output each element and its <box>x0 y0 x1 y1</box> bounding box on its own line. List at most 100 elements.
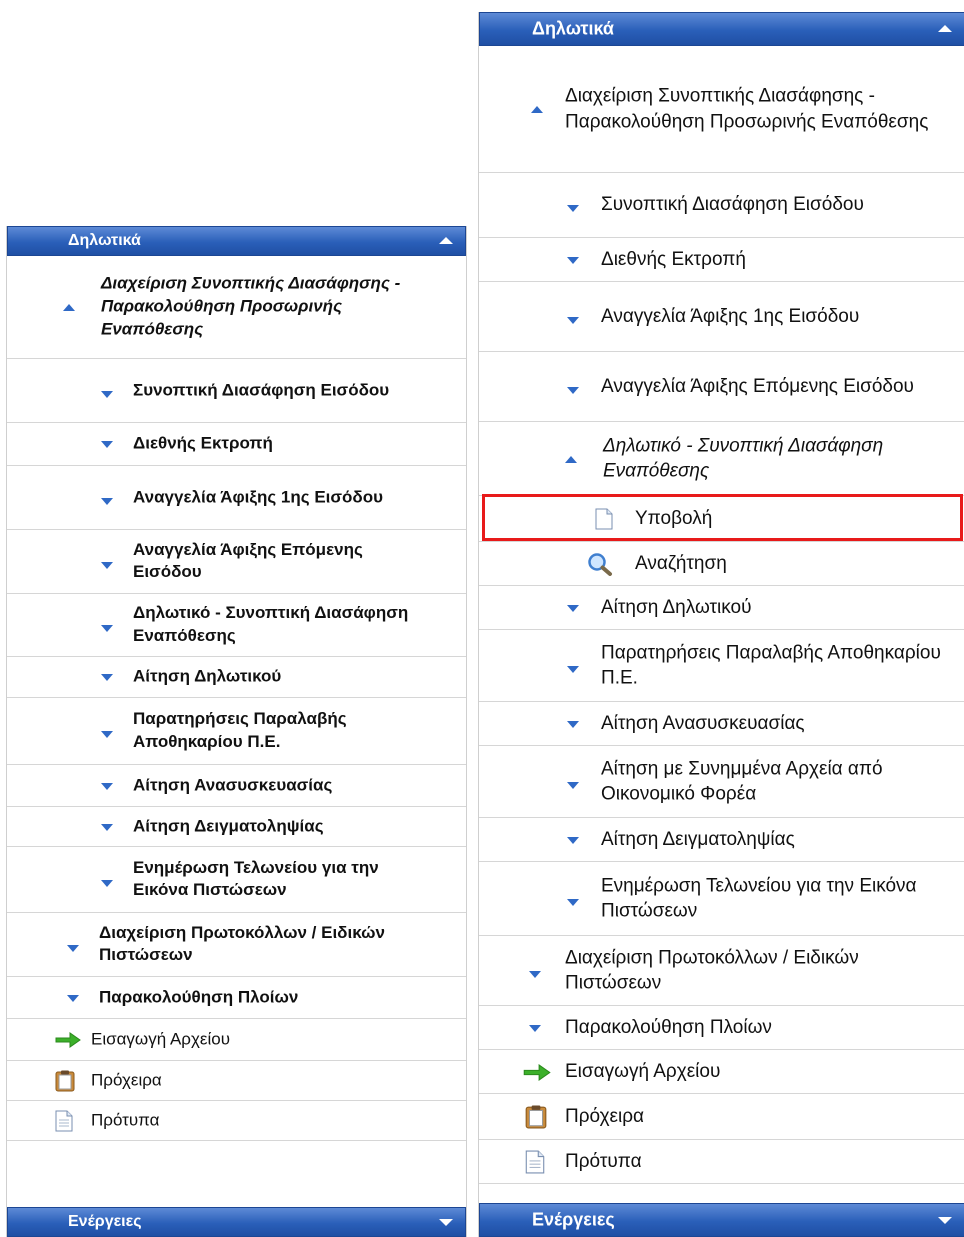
collapsed-arrow-icon <box>101 497 113 505</box>
menu-item-credit-update[interactable]: Ενημέρωση Τελωνείου για την Εικόνα Πιστώ… <box>479 862 964 936</box>
menu-item-label: Αναγγελία Άφιξης Επόμενης Εισόδου <box>133 539 363 582</box>
collapsed-arrow-icon <box>67 944 79 952</box>
menu-item-label: Αίτηση Ανασυσκευασίας <box>133 775 333 795</box>
menu-group-ships[interactable]: Παρακολούθηση Πλοίων <box>7 977 466 1019</box>
menu-item-warehouse-notes[interactable]: Παρατηρήσεις Παραλαβής Αποθηκαρίου Π.Ε. <box>7 698 466 765</box>
collapsed-arrow-icon <box>567 898 579 906</box>
menu-panel-left: Δηλωτικά Διαχείριση Συνοπτικής Διασάφηση… <box>6 226 467 1237</box>
menu-item-manifest-request[interactable]: Αίτηση Δηλωτικού <box>7 657 466 698</box>
section-header-title: Ενέργειες <box>532 1209 615 1230</box>
document-icon <box>55 1110 73 1131</box>
collapsed-arrow-icon <box>529 1024 541 1032</box>
menu-item-label: Αίτηση Δηλωτικού <box>601 596 752 618</box>
menu-group-summary-declaration[interactable]: Διαχείριση Συνοπτικής Διασάφησης - Παρακ… <box>7 256 466 359</box>
menu-item-credit-update[interactable]: Ενημέρωση Τελωνείου για την Εικόνα Πιστώ… <box>7 847 466 913</box>
collapsed-arrow-icon <box>101 390 113 398</box>
menu-group-protocols[interactable]: Διαχείριση Πρωτοκόλλων / Ειδικών Πιστώσε… <box>479 936 964 1006</box>
collapsed-arrow-icon <box>67 994 79 1002</box>
menu-item-label: Συνοπτική Διασάφηση Εισόδου <box>601 194 864 216</box>
menu-item-arrival-first[interactable]: Αναγγελία Άφιξης 1ης Εισόδου <box>479 282 964 352</box>
menu-item-arrival-next[interactable]: Αναγγελία Άφιξης Επόμενης Εισόδου <box>7 530 466 594</box>
expanded-arrow-icon <box>565 455 577 463</box>
collapsed-arrow-icon <box>567 665 579 673</box>
menu-item-label: Εισαγωγή Αρχείου <box>565 1060 721 1082</box>
collapse-arrow-icon[interactable] <box>938 25 952 32</box>
menu-item-label: Συνοπτική Διασάφηση Εισόδου <box>133 380 390 400</box>
section-header-title: Ενέργειες <box>68 1213 142 1230</box>
clipboard-icon <box>525 1105 547 1128</box>
menu-item-label: Αίτηση Ανασυσκευασίας <box>601 712 805 734</box>
menu-item-arrival-next[interactable]: Αναγγελία Άφιξης Επόμενης Εισόδου <box>479 352 964 422</box>
menu-item-label: Ενημέρωση Τελωνείου για την Εικόνα Πιστώ… <box>133 857 379 900</box>
menu-group-protocols[interactable]: Διαχείριση Πρωτοκόλλων / Ειδικών Πιστώσε… <box>7 913 466 977</box>
section-header-dilotika[interactable]: Δηλωτικά <box>7 226 466 256</box>
menu-item-label: Παρατηρήσεις Παραλαβής Αποθηκαρίου Π.Ε. <box>601 641 941 689</box>
menu-item-drafts[interactable]: Πρόχειρα <box>7 1061 466 1101</box>
menu-item-manifest-storage[interactable]: Δηλωτικό - Συνοπτική Διασάφηση Εναπόθεση… <box>7 594 466 657</box>
collapsed-arrow-icon <box>567 205 579 212</box>
expand-arrow-icon[interactable] <box>938 1217 952 1224</box>
collapsed-arrow-icon <box>101 731 113 738</box>
menu-item-label: Πρότυπα <box>91 1110 160 1130</box>
collapsed-arrow-icon <box>567 386 579 394</box>
menu-item-manifest-storage[interactable]: Δηλωτικό - Συνοπτική Διασάφηση Εναπόθεση… <box>479 422 964 496</box>
menu-item-label: Αίτηση Δειγματοληψίας <box>601 828 795 850</box>
menu-item-label: Πρόχειρα <box>565 1105 645 1127</box>
collapsed-arrow-icon <box>567 256 579 264</box>
menu-item-warehouse-notes[interactable]: Παρατηρήσεις Παραλαβής Αποθηκαρίου Π.Ε. <box>479 630 964 702</box>
collapsed-arrow-icon <box>567 720 579 728</box>
collapsed-arrow-icon <box>567 836 579 844</box>
menu-group-label: Παρακολούθηση Πλοίων <box>99 987 299 1007</box>
menu-group-label: Διαχείριση Συνοπτικής Διασάφησης - Παρακ… <box>565 85 929 132</box>
collapsed-arrow-icon <box>529 970 541 978</box>
collapsed-arrow-icon <box>101 625 113 632</box>
menu-item-templates[interactable]: Πρότυπα <box>7 1101 466 1141</box>
menu-item-label: Δηλωτικό - Συνοπτική Διασάφηση Εναπόθεση… <box>603 434 884 482</box>
menu-item-sampling[interactable]: Αίτηση Δειγματοληψίας <box>479 818 964 862</box>
menu-item-label: Αναγγελία Άφιξης 1ης Εισόδου <box>133 487 383 507</box>
menu-item-manifest-request[interactable]: Αίτηση Δηλωτικού <box>479 586 964 630</box>
submenu-item-search[interactable]: Αναζήτηση <box>479 542 964 586</box>
menu-item-label: Αίτηση με Συνημμένα Αρχεία από Οικονομικ… <box>601 757 883 805</box>
menu-item-summary-entry[interactable]: Συνοπτική Διασάφηση Εισόδου <box>479 173 964 238</box>
collapsed-arrow-icon <box>101 782 113 790</box>
collapsed-arrow-icon <box>101 674 113 681</box>
menu-item-arrival-first[interactable]: Αναγγελία Άφιξης 1ης Εισόδου <box>7 466 466 530</box>
menu-group-summary-declaration[interactable]: Διαχείριση Συνοπτικής Διασάφησης - Παρακ… <box>479 46 964 173</box>
menu-item-repackaging[interactable]: Αίτηση Ανασυσκευασίας <box>479 702 964 746</box>
collapsed-arrow-icon <box>101 879 113 887</box>
section-header-actions[interactable]: Ενέργειες <box>479 1203 964 1237</box>
clipboard-icon <box>55 1070 75 1091</box>
menu-group-ships[interactable]: Παρακολούθηση Πλοίων <box>479 1006 964 1050</box>
menu-item-label: Αναγγελία Άφιξης Επόμενης Εισόδου <box>601 375 914 397</box>
expand-arrow-icon[interactable] <box>439 1219 453 1226</box>
menu-group-label: Διαχείριση Πρωτοκόλλων / Ειδικών Πιστώσε… <box>99 922 385 965</box>
expanded-arrow-icon <box>531 106 543 113</box>
menu-item-diversion[interactable]: Διεθνής Εκτροπή <box>7 423 466 466</box>
menu-item-label: Δηλωτικό - Συνοπτική Διασάφηση Εναπόθεση… <box>133 603 409 645</box>
menu-item-repackaging[interactable]: Αίτηση Ανασυσκευασίας <box>7 765 466 807</box>
document-icon <box>525 1150 545 1173</box>
section-header-title: Δηλωτικά <box>532 18 614 39</box>
menu-item-drafts[interactable]: Πρόχειρα <box>479 1094 964 1140</box>
menu-item-label: Αίτηση Δηλωτικού <box>133 666 282 686</box>
green-arrow-icon <box>55 1031 81 1048</box>
menu-item-label: Ενημέρωση Τελωνείου για την Εικόνα Πιστώ… <box>601 874 917 922</box>
menu-item-import-file[interactable]: Εισαγωγή Αρχείου <box>479 1050 964 1094</box>
menu-item-templates[interactable]: Πρότυπα <box>479 1140 964 1184</box>
menu-item-summary-entry[interactable]: Συνοπτική Διασάφηση Εισόδου <box>7 359 466 423</box>
section-header-actions[interactable]: Ενέργειες <box>7 1207 466 1237</box>
menu-item-attached-files[interactable]: Αίτηση με Συνημμένα Αρχεία από Οικονομικ… <box>479 746 964 818</box>
menu-item-sampling[interactable]: Αίτηση Δειγματοληψίας <box>7 807 466 847</box>
collapse-arrow-icon[interactable] <box>439 237 453 244</box>
collapsed-arrow-icon <box>101 823 113 831</box>
menu-item-label: Διεθνής Εκτροπή <box>601 248 746 270</box>
menu-item-label: Αναγγελία Άφιξης 1ης Εισόδου <box>601 305 860 327</box>
section-header-title: Δηλωτικά <box>68 232 141 249</box>
section-header-dilotika[interactable]: Δηλωτικά <box>479 12 964 46</box>
submenu-item-submit[interactable]: Υποβολή <box>479 496 964 542</box>
menu-item-import-file[interactable]: Εισαγωγή Αρχείου <box>7 1019 466 1061</box>
submenu-item-label: Αναζήτηση <box>635 552 727 574</box>
menu-item-diversion[interactable]: Διεθνής Εκτροπή <box>479 238 964 282</box>
magnifier-icon <box>588 552 612 576</box>
